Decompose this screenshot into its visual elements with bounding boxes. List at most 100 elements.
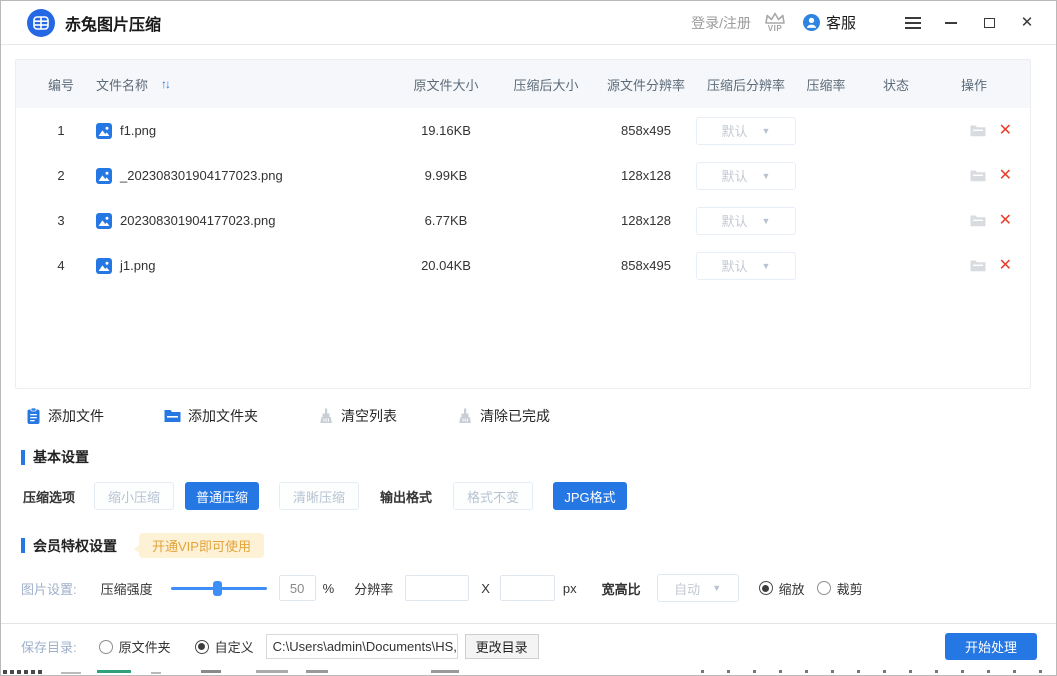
open-folder-icon[interactable] [970, 259, 986, 272]
option-keep-format[interactable]: 格式不变 [453, 482, 533, 510]
radio-original-dot [99, 640, 113, 654]
app-title: 赤兔图片压缩 [65, 11, 161, 35]
title-bar: 赤兔图片压缩 登录/注册 VIP 客服 [1, 1, 1056, 45]
table-row: 3 202308301904177023.png 6.77KB 128x128 … [16, 198, 1030, 243]
menu-button[interactable] [898, 9, 928, 37]
vip-settings-title: 会员特权设置 [33, 536, 117, 556]
strength-slider[interactable] [171, 587, 267, 590]
section-marker [21, 450, 25, 465]
save-dir-label: 保存目录: [21, 637, 77, 656]
maximize-button[interactable] [974, 9, 1004, 37]
sort-icon[interactable]: ↑↓ [161, 77, 169, 91]
clear-list-button[interactable]: 清空列表 [318, 406, 397, 426]
open-folder-icon[interactable] [970, 214, 986, 227]
start-processing-button[interactable]: 开始处理 [945, 633, 1037, 660]
col-header-name: 文件名称 ↑↓ [82, 75, 396, 94]
delete-row-icon[interactable]: ✕ [999, 123, 1012, 139]
image-file-icon [96, 123, 112, 139]
dst-res-value: 默认 [722, 256, 748, 275]
compress-options-label: 压缩选项 [23, 487, 75, 506]
slider-handle[interactable] [213, 581, 222, 596]
file-table: 编号 文件名称 ↑↓ 原文件大小 压缩后大小 源文件分辨率 压缩后分辨率 压缩率… [15, 59, 1031, 389]
delete-row-icon[interactable]: ✕ [999, 213, 1012, 229]
height-input[interactable] [500, 575, 555, 601]
add-file-button[interactable]: 添加文件 [26, 406, 104, 426]
px-label: px [563, 581, 577, 596]
customer-service-button[interactable]: 客服 [803, 12, 856, 33]
basic-settings-heading: 基本设置 [21, 447, 1056, 467]
clipped-bottom-text [1, 670, 1056, 675]
dst-res-cell: 默认 ▼ [696, 252, 796, 280]
width-input[interactable] [405, 575, 469, 601]
row-number: 2 [40, 168, 82, 183]
dst-res-cell: 默认 ▼ [696, 207, 796, 235]
col-header-comp-size: 压缩后大小 [496, 75, 596, 94]
col-header-orig-size: 原文件大小 [396, 75, 496, 94]
ops-cell: ✕ [936, 123, 1016, 139]
minimize-icon [945, 22, 957, 24]
radio-custom-folder[interactable]: 自定义 [195, 637, 254, 656]
option-shrink-compress[interactable]: 缩小压缩 [94, 482, 174, 510]
table-body: 1 f1.png 19.16KB 858x495 默认 ▼ [16, 108, 1030, 288]
vip-settings-heading: 会员特权设置 开通VIP即可使用 [21, 533, 1056, 558]
table-row: 1 f1.png 19.16KB 858x495 默认 ▼ [16, 108, 1030, 153]
aspect-ratio-dropdown[interactable]: 自动 ▼ [657, 574, 739, 602]
col-header-no: 编号 [40, 75, 82, 94]
table-row: 4 j1.png 20.04KB 858x495 默认 ▼ [16, 243, 1030, 288]
dst-res-dropdown[interactable]: 默认 ▼ [696, 252, 796, 280]
output-format-label: 输出格式 [380, 487, 432, 506]
strength-input[interactable]: 50 [279, 575, 316, 601]
service-avatar-icon [803, 14, 820, 31]
option-jpg-format[interactable]: JPG格式 [553, 482, 627, 510]
chevron-down-icon: ▼ [762, 171, 771, 181]
row-number: 4 [40, 258, 82, 273]
footer-bar: 保存目录: 原文件夹 自定义 C:\Users\admin\Documents\… [1, 623, 1056, 669]
radio-original-folder[interactable]: 原文件夹 [99, 637, 171, 656]
chevron-down-icon: ▼ [712, 583, 721, 593]
dst-res-dropdown[interactable]: 默认 ▼ [696, 207, 796, 235]
ops-cell: ✕ [936, 168, 1016, 184]
open-folder-icon[interactable] [970, 169, 986, 182]
change-directory-button[interactable]: 更改目录 [465, 634, 539, 659]
aspect-ratio-label: 宽高比 [602, 579, 641, 598]
radio-scale-label: 缩放 [779, 579, 805, 598]
radio-custom-label: 自定义 [215, 637, 254, 656]
chevron-down-icon: ▼ [762, 261, 771, 271]
minimize-button[interactable] [936, 9, 966, 37]
ops-cell: ✕ [936, 258, 1016, 274]
open-folder-icon[interactable] [970, 124, 986, 137]
save-path-input[interactable]: C:\Users\admin\Documents\HS, [266, 634, 458, 659]
toolbar: 添加文件 添加文件夹 清空列表 [26, 406, 1056, 426]
dst-res-dropdown[interactable]: 默认 ▼ [696, 162, 796, 190]
col-header-ops: 操作 [936, 75, 1016, 94]
option-clear-compress[interactable]: 清晰压缩 [279, 482, 359, 510]
percent-label: % [323, 581, 335, 596]
close-button[interactable]: ✕ [1012, 9, 1042, 37]
app-logo-icon [27, 9, 55, 37]
file-name: _202308301904177023.png [120, 168, 283, 183]
radio-crop[interactable]: 裁剪 [817, 579, 863, 598]
file-name-cell: 202308301904177023.png [82, 213, 396, 229]
login-register-link[interactable]: 登录/注册 [691, 13, 751, 33]
file-name: j1.png [120, 258, 155, 273]
delete-row-icon[interactable]: ✕ [999, 168, 1012, 184]
src-res-cell: 128x128 [596, 213, 696, 228]
resolution-label: 分辨率 [354, 579, 393, 598]
option-normal-compress[interactable]: 普通压缩 [185, 482, 259, 510]
delete-row-icon[interactable]: ✕ [999, 258, 1012, 274]
add-folder-button[interactable]: 添加文件夹 [164, 406, 258, 426]
radio-scale[interactable]: 缩放 [759, 579, 805, 598]
table-header: 编号 文件名称 ↑↓ 原文件大小 压缩后大小 源文件分辨率 压缩后分辨率 压缩率… [16, 60, 1030, 108]
clear-completed-button[interactable]: 清除已完成 [457, 406, 550, 426]
service-label: 客服 [826, 12, 856, 33]
col-header-ops-label: 操作 [961, 75, 987, 94]
x-separator: X [481, 581, 490, 596]
vip-crown-icon[interactable]: VIP [763, 12, 787, 33]
dst-res-value: 默认 [722, 121, 748, 140]
col-header-dst-res-label: 压缩后分辨率 [707, 75, 785, 94]
dst-res-cell: 默认 ▼ [696, 162, 796, 190]
section-marker [21, 538, 25, 553]
dst-res-dropdown[interactable]: 默认 ▼ [696, 117, 796, 145]
dst-res-value: 默认 [722, 211, 748, 230]
src-res-cell: 858x495 [596, 258, 696, 273]
